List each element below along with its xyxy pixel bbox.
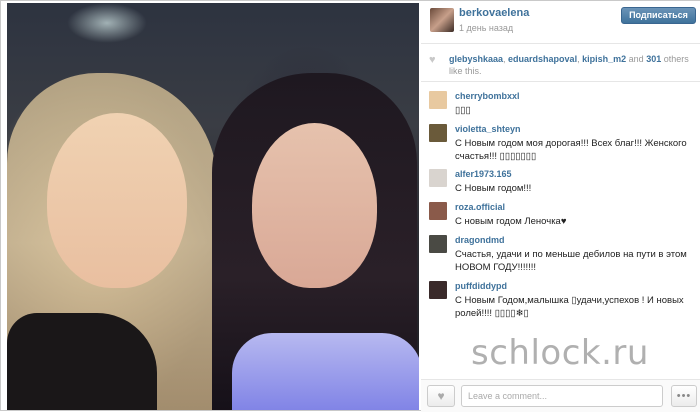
divider bbox=[421, 81, 700, 82]
commenter-username[interactable]: cherrybombxxl bbox=[455, 91, 520, 101]
likes-count[interactable]: 301 bbox=[646, 54, 661, 64]
photo-person-right-face bbox=[252, 123, 377, 288]
divider bbox=[421, 43, 700, 44]
author-username[interactable]: berkovaelena bbox=[459, 7, 529, 19]
heart-icon: ♥ bbox=[437, 389, 445, 403]
author-avatar[interactable] bbox=[430, 8, 454, 32]
photo-person-right-shirt bbox=[232, 333, 419, 410]
post-time: 1 день назад bbox=[459, 23, 514, 33]
commenter-username[interactable]: dragondmd bbox=[455, 235, 505, 245]
photo-person-left-shoulder bbox=[7, 313, 157, 410]
likes-and: and bbox=[628, 54, 644, 64]
photo-person-left-face bbox=[47, 113, 187, 288]
comment-text: С Новым Годом,малышка ▯удачи,успехов ! И… bbox=[455, 295, 684, 319]
comment-text: С новым годом Леночка♥ bbox=[455, 216, 567, 227]
commenter-avatar[interactable] bbox=[429, 202, 447, 220]
commenter-username[interactable]: puffdiddypd bbox=[455, 281, 507, 291]
heart-icon: ♥ bbox=[429, 54, 436, 66]
more-options-button[interactable]: ••• bbox=[671, 385, 697, 407]
comment-input[interactable] bbox=[461, 385, 663, 407]
post-header: berkovaelena 1 день назад Подписаться bbox=[421, 1, 700, 43]
comment-text: ▯▯▯ bbox=[455, 105, 471, 116]
watermark: schlock.ru bbox=[471, 333, 649, 373]
post-photo bbox=[7, 3, 419, 410]
like-button[interactable]: ♥ bbox=[427, 385, 455, 407]
commenter-username[interactable]: roza.official bbox=[455, 202, 505, 212]
commenter-avatar[interactable] bbox=[429, 235, 447, 253]
commenter-avatar[interactable] bbox=[429, 169, 447, 187]
commenter-avatar[interactable] bbox=[429, 91, 447, 109]
like-user-3[interactable]: kipish_m2 bbox=[582, 54, 626, 64]
instagram-embed: berkovaelena 1 день назад Подписаться ♥ … bbox=[0, 0, 700, 412]
likes-summary: ♥ glebyshkaaa, eduardshapoval, kipish_m2… bbox=[429, 54, 689, 76]
like-user-1[interactable]: glebyshkaaa bbox=[449, 54, 503, 64]
comment-bar: ♥ ••• bbox=[421, 379, 700, 412]
comment-text: С Новым годом моя дорогая!!! Всех благ!!… bbox=[455, 138, 687, 162]
comment-text: С Новым годом!!! bbox=[455, 183, 532, 194]
like-user-2[interactable]: eduardshapoval bbox=[508, 54, 577, 64]
commenter-username[interactable]: violetta_shteyn bbox=[455, 124, 521, 134]
commenter-username[interactable]: alfer1973.165 bbox=[455, 169, 512, 179]
comment-text: Счастья, удачи и по меньше дебилов на пу… bbox=[455, 249, 687, 273]
photo-lamp-highlight bbox=[67, 3, 147, 43]
commenter-avatar[interactable] bbox=[429, 281, 447, 299]
commenter-avatar[interactable] bbox=[429, 124, 447, 142]
follow-button[interactable]: Подписаться bbox=[621, 7, 696, 24]
